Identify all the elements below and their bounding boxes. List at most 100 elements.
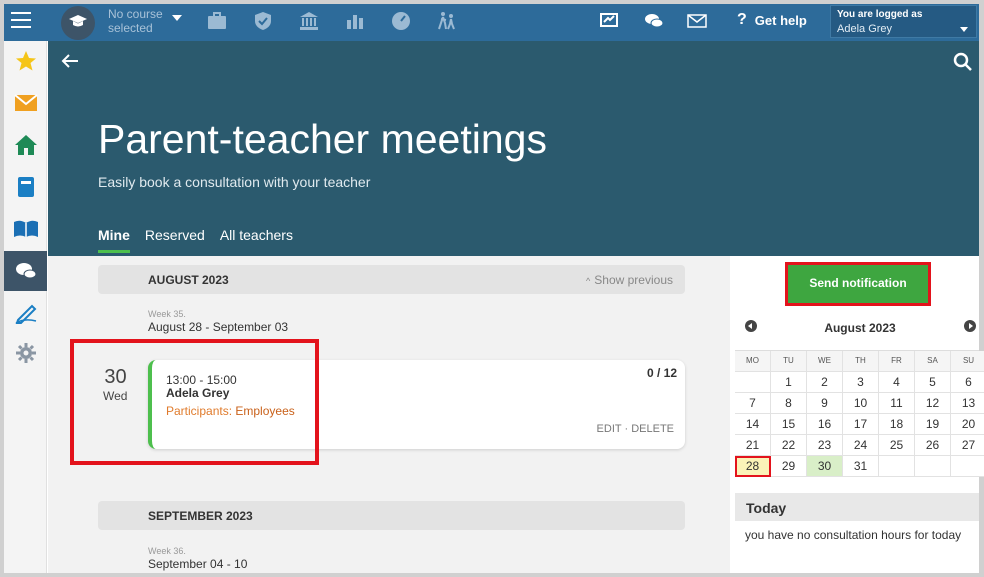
sidebar-item-consultations[interactable] (4, 251, 47, 291)
delete-button[interactable]: DELETE (631, 423, 674, 435)
calendar-day[interactable]: 4 (879, 372, 915, 393)
tab-reserved[interactable]: Reserved (145, 227, 205, 253)
week-number: Week 35. (148, 309, 186, 319)
calendar-day[interactable]: 19 (915, 414, 951, 435)
calendar-day[interactable]: 25 (879, 435, 915, 456)
calendar-month-title: August 2023 (824, 321, 896, 335)
calendar-day[interactable]: 8 (771, 393, 807, 414)
calendar-day[interactable]: 29 (771, 456, 807, 477)
page-header: Parent-teacher meetings Easily book a co… (48, 41, 979, 256)
meeting-slot-count: 0 / 12 (646, 366, 677, 380)
send-notification-button[interactable]: Send notification (788, 265, 928, 303)
month-header-august: AUGUST 2023 ^ Show previous (98, 265, 685, 294)
chevron-down-icon[interactable] (172, 15, 182, 21)
back-arrow-icon[interactable] (61, 53, 79, 69)
week-number: Week 36. (148, 546, 186, 556)
calendar-day[interactable]: 10 (843, 393, 879, 414)
calendar-day[interactable]: 22 (771, 435, 807, 456)
calendar-day[interactable]: 23 (807, 435, 843, 456)
tab-mine[interactable]: Mine (98, 227, 130, 253)
chat-icon[interactable] (643, 10, 665, 32)
calendar-day[interactable]: 2 (807, 372, 843, 393)
sidebar-item-messages[interactable] (4, 83, 47, 123)
highlight-box (70, 339, 319, 465)
sidebar-item-notebook[interactable] (4, 167, 47, 207)
calendar-day[interactable]: 15 (771, 414, 807, 435)
show-previous-link[interactable]: ^ Show previous (586, 273, 673, 287)
calendar-day[interactable]: 18 (879, 414, 915, 435)
sidebar-item-favorites[interactable] (4, 41, 47, 81)
show-previous-label: Show previous (594, 273, 673, 287)
logged-as-label: You are logged as (837, 9, 923, 20)
get-help-link[interactable]: ? Get help (737, 11, 807, 29)
help-label: Get help (754, 12, 807, 28)
sidebar (4, 41, 47, 573)
calendar-day[interactable]: 13 (951, 393, 984, 414)
gauge-icon[interactable] (390, 10, 412, 32)
walking-people-icon[interactable] (436, 10, 458, 32)
calendar-day[interactable]: 7 (735, 393, 771, 414)
calendar-day[interactable]: 11 (879, 393, 915, 414)
calendar-weekday-header: TH (843, 351, 879, 372)
mail-icon[interactable] (686, 10, 708, 32)
today-panel: Today you have no consultation hours for… (735, 493, 979, 573)
month-label: AUGUST 2023 (148, 273, 229, 287)
calendar-day[interactable]: 24 (843, 435, 879, 456)
calendar-empty-cell (879, 456, 915, 477)
chevron-down-icon[interactable] (960, 27, 968, 32)
calendar-day[interactable]: 27 (951, 435, 984, 456)
tab-bar: Mine Reserved All teachers (98, 227, 308, 253)
calendar-empty-cell (951, 456, 984, 477)
home-icon (14, 135, 37, 155)
calendar-weekday-header: SA (915, 351, 951, 372)
calendar-day[interactable]: 6 (951, 372, 984, 393)
week-range: August 28 - September 03 (148, 320, 289, 334)
calendar-weekday-header: TU (771, 351, 807, 372)
settings-icon (15, 343, 36, 363)
calendar-day[interactable]: 17 (843, 414, 879, 435)
shield-icon[interactable] (252, 10, 274, 32)
hamburger-menu-icon[interactable] (11, 12, 31, 28)
edit-button[interactable]: EDIT (597, 423, 622, 435)
action-separator: · (624, 423, 629, 435)
chevron-up-icon: ^ (586, 276, 591, 286)
calendar-day[interactable]: 21 (735, 435, 771, 456)
calendar-day[interactable]: 28 (735, 456, 771, 477)
calendar-day[interactable]: 9 (807, 393, 843, 414)
institution-icon[interactable] (298, 10, 320, 32)
calendar-weekday-header: SU (951, 351, 984, 372)
sidebar-item-home[interactable] (4, 125, 47, 165)
page-title: Parent-teacher meetings (98, 116, 547, 162)
calendar-day[interactable]: 30 (807, 456, 843, 477)
calendar-day[interactable]: 16 (807, 414, 843, 435)
graduation-cap-icon[interactable] (61, 6, 95, 40)
calendar-weekday-header: MO (735, 351, 771, 372)
calendar-weekday-header: WE (807, 351, 843, 372)
calendar-grid: MO TU WE TH FR SA SU 1 2 3 4 5 6 7 8 9 10 11 12 13 14 15 16 17 1… (735, 350, 984, 477)
chevron-right-icon[interactable] (964, 320, 976, 332)
sidebar-item-notes[interactable] (4, 293, 47, 333)
calendar-day[interactable]: 1 (771, 372, 807, 393)
sidebar-item-settings[interactable] (4, 333, 47, 373)
page-subtitle: Easily book a consultation with your tea… (98, 174, 371, 190)
calendar-day[interactable]: 3 (843, 372, 879, 393)
sidebar-item-courses[interactable] (4, 209, 47, 249)
pen-icon (15, 304, 36, 324)
calendar-day[interactable]: 20 (951, 414, 984, 435)
calendar-weekday-header: FR (879, 351, 915, 372)
calendar-day[interactable]: 5 (915, 372, 951, 393)
user-menu[interactable]: You are logged as Adela Grey (830, 5, 977, 38)
course-line-1: No course (108, 7, 163, 21)
bar-chart-icon[interactable] (344, 10, 366, 32)
today-title: Today (735, 493, 979, 521)
course-selector[interactable]: No course selected (108, 7, 163, 35)
help-icon: ? (737, 11, 747, 28)
calendar-day[interactable]: 31 (843, 456, 879, 477)
calendar-day[interactable]: 26 (915, 435, 951, 456)
tab-all-teachers[interactable]: All teachers (220, 227, 293, 253)
calendar-day[interactable]: 12 (915, 393, 951, 414)
search-icon[interactable] (953, 52, 973, 72)
calendar-day[interactable]: 14 (735, 414, 771, 435)
briefcase-icon[interactable] (206, 10, 228, 32)
cast-icon[interactable] (598, 10, 620, 32)
